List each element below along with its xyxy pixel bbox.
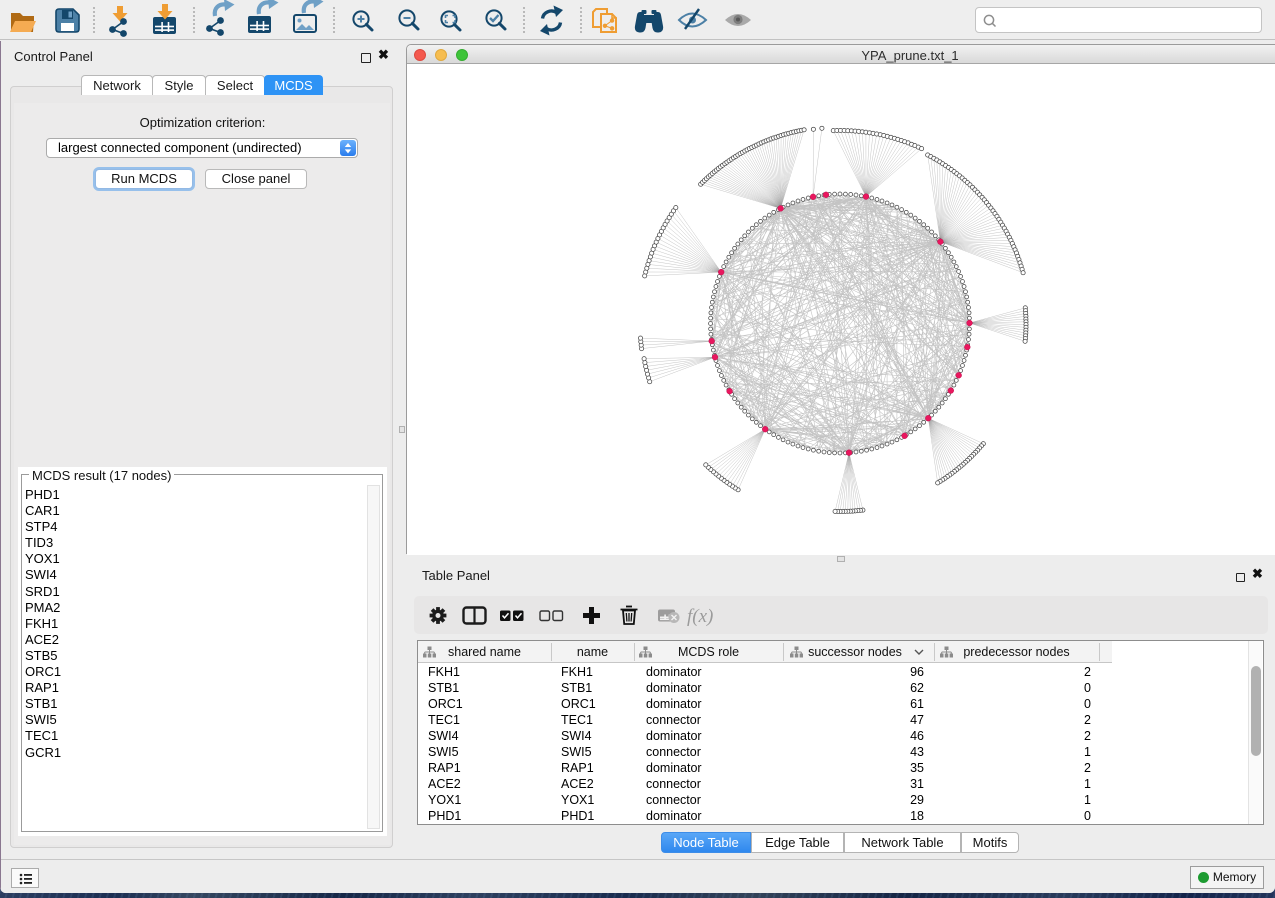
svg-text:f(x): f(x) — [687, 606, 713, 627]
